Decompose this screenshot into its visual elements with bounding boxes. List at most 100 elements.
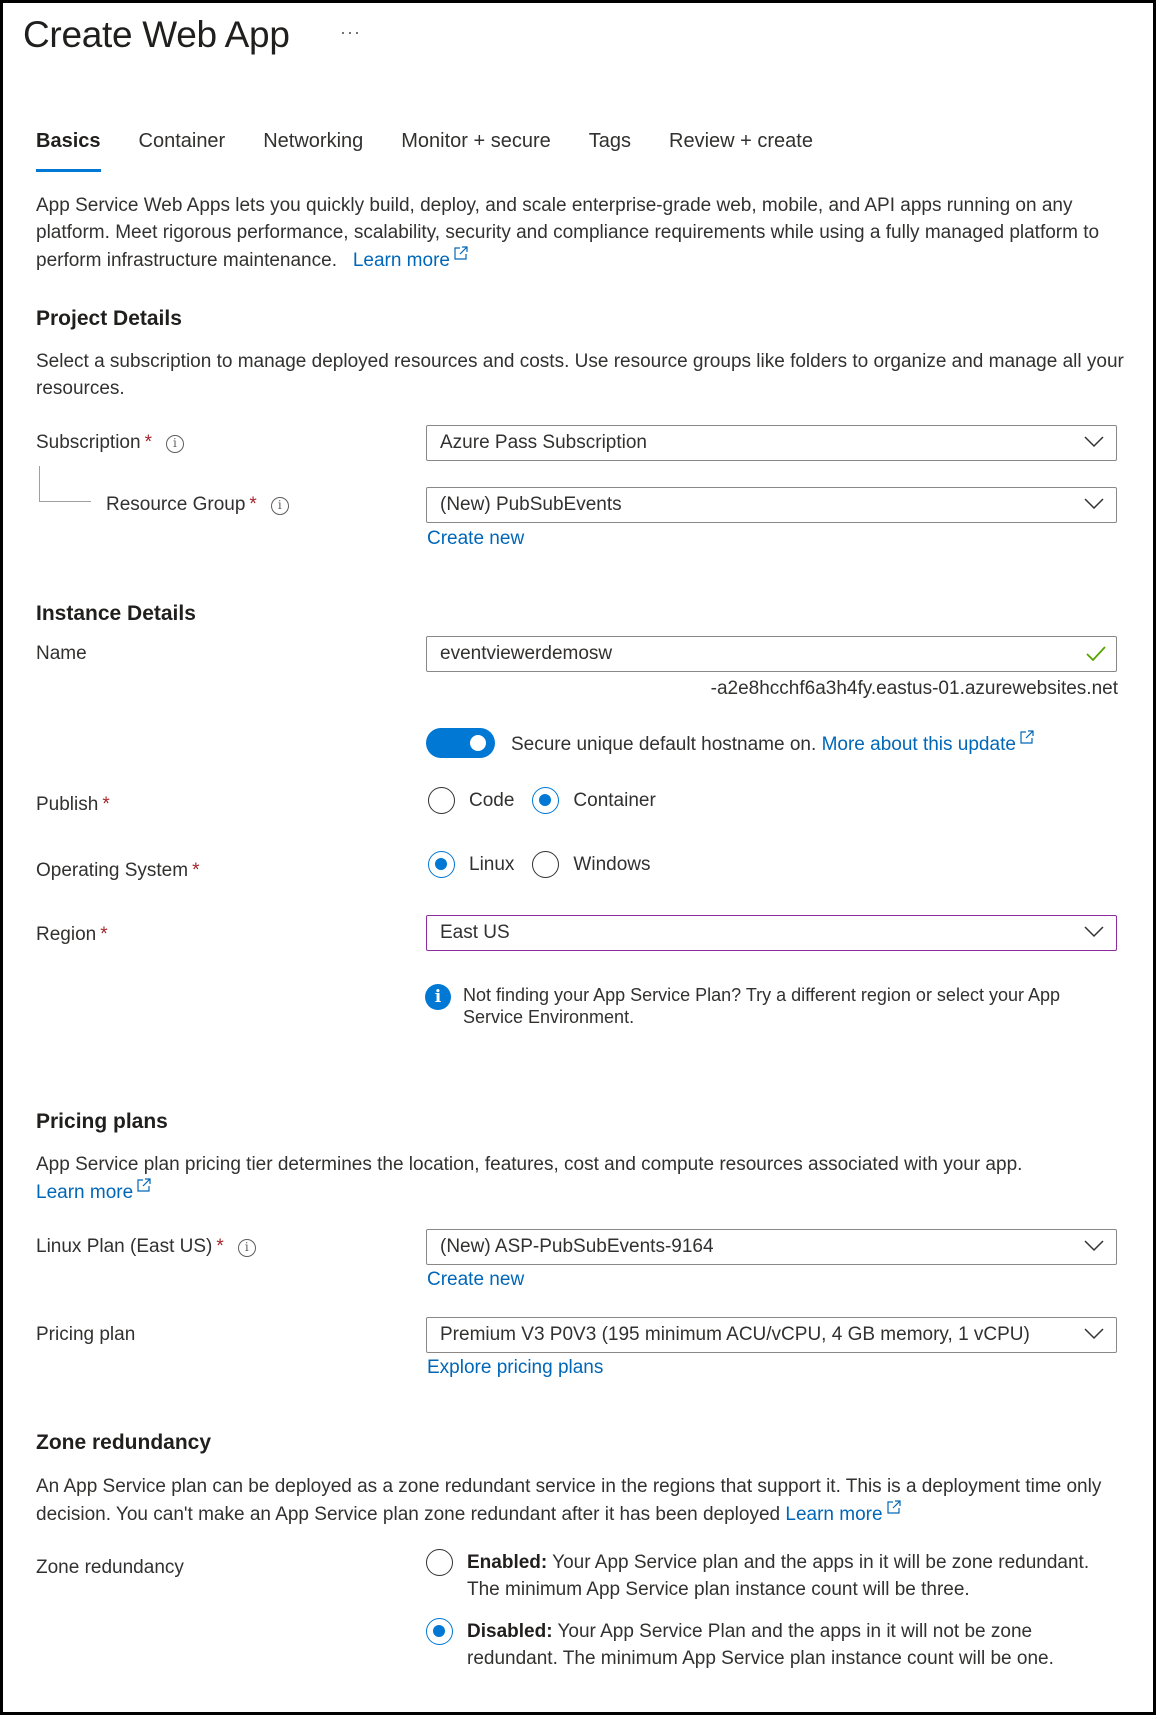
more-about-update-link[interactable]: More about this update (821, 730, 1034, 755)
zone-disabled-option: Disabled: Your App Service Plan and the … (426, 1618, 1126, 1672)
pricing-plans-description: App Service plan pricing tier determines… (36, 1151, 1126, 1206)
resource-group-select[interactable]: (New) PubSubEvents (426, 487, 1117, 523)
subscription-label: Subscription * i (36, 432, 184, 454)
intro-description: App Service Web Apps lets you quickly bu… (36, 192, 1126, 274)
secure-hostname-label: Secure unique default hostname on. (511, 734, 817, 755)
zone-enabled-option: Enabled: Your App Service plan and the a… (426, 1549, 1126, 1603)
linux-plan-label-text: Linux Plan (East US) (36, 1236, 213, 1257)
name-value: eventviewerdemosw (440, 643, 613, 664)
pricing-learn-more-link[interactable]: Learn more (36, 1178, 151, 1203)
linux-plan-label: Linux Plan (East US) * i (36, 1236, 256, 1258)
required-asterisk: * (102, 794, 110, 815)
intro-text: App Service Web Apps lets you quickly bu… (36, 195, 1100, 271)
required-asterisk: * (249, 494, 257, 515)
explore-pricing-plans-link[interactable]: Explore pricing plans (427, 1357, 603, 1379)
secure-hostname-toggle[interactable] (426, 728, 495, 758)
create-new-plan-link[interactable]: Create new (427, 1269, 524, 1291)
info-filled-icon: i (425, 984, 451, 1010)
chevron-down-icon (1084, 1328, 1104, 1340)
learn-more-label: Learn more (352, 250, 450, 271)
os-linux-radio[interactable] (428, 851, 455, 878)
os-windows-label[interactable]: Windows (573, 854, 650, 876)
pricing-learn-more-label: Learn more (36, 1182, 134, 1203)
zone-enabled-radio[interactable] (426, 1549, 453, 1576)
name-label: Name (36, 643, 87, 664)
publish-code-label[interactable]: Code (469, 790, 514, 812)
os-radio-group: Linux Windows (428, 851, 669, 878)
required-asterisk: * (144, 432, 152, 453)
zone-disabled-title: Disabled: (467, 1621, 553, 1642)
publish-label: Publish * (36, 794, 110, 816)
pricing-plan-select[interactable]: Premium V3 P0V3 (195 minimum ACU/vCPU, 4… (426, 1317, 1117, 1353)
tree-connector (39, 466, 91, 502)
external-link-icon (137, 1178, 151, 1192)
zone-disabled-radio[interactable] (426, 1618, 453, 1645)
publish-container-radio[interactable] (532, 787, 560, 814)
region-value: East US (440, 922, 510, 943)
subscription-value: Azure Pass Subscription (440, 432, 647, 453)
tab-review-create[interactable]: Review + create (669, 130, 813, 172)
name-input[interactable]: eventviewerdemosw (426, 636, 1117, 672)
linux-plan-select[interactable]: (New) ASP-PubSubEvents-9164 (426, 1229, 1117, 1265)
external-link-icon (454, 246, 468, 260)
subscription-select[interactable]: Azure Pass Subscription (426, 425, 1117, 461)
zone-enabled-text[interactable]: Enabled: Your App Service plan and the a… (467, 1549, 1126, 1603)
resource-group-label-text: Resource Group (106, 494, 246, 515)
project-details-description: Select a subscription to manage deployed… (36, 351, 1124, 399)
info-icon[interactable]: i (165, 435, 184, 453)
region-select[interactable]: East US (426, 915, 1117, 951)
info-icon[interactable]: i (270, 497, 289, 515)
pricing-plan-value: Premium V3 P0V3 (195 minimum ACU/vCPU, 4… (440, 1324, 1030, 1345)
tab-basics[interactable]: Basics (36, 130, 101, 172)
zone-disabled-text[interactable]: Disabled: Your App Service Plan and the … (467, 1618, 1126, 1672)
zone-disabled-description: Your App Service Plan and the apps in it… (467, 1621, 1054, 1669)
region-label: Region * (36, 924, 108, 946)
tab-monitor-secure[interactable]: Monitor + secure (401, 130, 551, 172)
pricing-plans-text: App Service plan pricing tier determines… (36, 1154, 1023, 1175)
zone-enabled-description: Your App Service plan and the apps in it… (467, 1552, 1090, 1600)
zone-redundancy-text: An App Service plan can be deployed as a… (36, 1476, 1102, 1525)
chevron-down-icon (1084, 436, 1104, 448)
os-label-text: Operating System (36, 860, 189, 881)
more-options-button[interactable]: ··· (340, 22, 361, 43)
learn-more-link[interactable]: Learn more (352, 246, 468, 271)
hostname-suffix: -a2e8hcchf6a3h4fy.eastus-01.azurewebsite… (710, 678, 1118, 699)
resource-group-label: Resource Group * i (106, 494, 289, 516)
subscription-label-text: Subscription (36, 432, 141, 453)
publish-container-label[interactable]: Container (573, 790, 655, 812)
os-label: Operating System * (36, 860, 199, 882)
region-info-text: Not finding your App Service Plan? Try a… (463, 985, 1061, 1027)
publish-label-text: Publish (36, 794, 99, 815)
tab-tags[interactable]: Tags (589, 130, 631, 172)
create-new-resource-group-link[interactable]: Create new (427, 528, 524, 550)
required-asterisk: * (192, 860, 200, 881)
project-details-heading: Project Details (36, 307, 182, 330)
checkmark-icon (1086, 646, 1106, 662)
region-info-message: i Not finding your App Service Plan? Try… (425, 984, 1125, 1028)
external-link-icon (886, 1500, 901, 1514)
tab-bar: Basics Container Networking Monitor + se… (36, 130, 851, 172)
more-about-update-label: More about this update (821, 734, 1016, 755)
info-icon[interactable]: i (237, 1239, 256, 1257)
chevron-down-icon (1084, 1240, 1104, 1252)
linux-plan-value: (New) ASP-PubSubEvents-9164 (440, 1236, 714, 1257)
zone-enabled-title: Enabled: (467, 1552, 548, 1573)
os-linux-label[interactable]: Linux (469, 854, 514, 876)
region-label-text: Region (36, 924, 97, 945)
resource-group-value: (New) PubSubEvents (440, 494, 622, 515)
zone-learn-more-link[interactable]: Learn more (785, 1500, 901, 1525)
tab-networking[interactable]: Networking (263, 130, 363, 172)
required-asterisk: * (100, 924, 108, 945)
external-link-icon (1020, 730, 1034, 744)
publish-code-radio[interactable] (428, 787, 455, 814)
zone-redundancy-heading: Zone redundancy (36, 1431, 212, 1454)
pricing-plans-heading: Pricing plans (36, 1110, 168, 1133)
pricing-plan-label: Pricing plan (36, 1324, 136, 1345)
zone-learn-more-label: Learn more (785, 1504, 883, 1525)
required-asterisk: * (216, 1236, 224, 1257)
page-title: Create Web App (23, 14, 290, 55)
chevron-down-icon (1084, 498, 1104, 510)
os-windows-radio[interactable] (532, 851, 560, 878)
secure-hostname-text: Secure unique default hostname on. More … (511, 730, 1034, 756)
tab-container[interactable]: Container (139, 130, 226, 172)
